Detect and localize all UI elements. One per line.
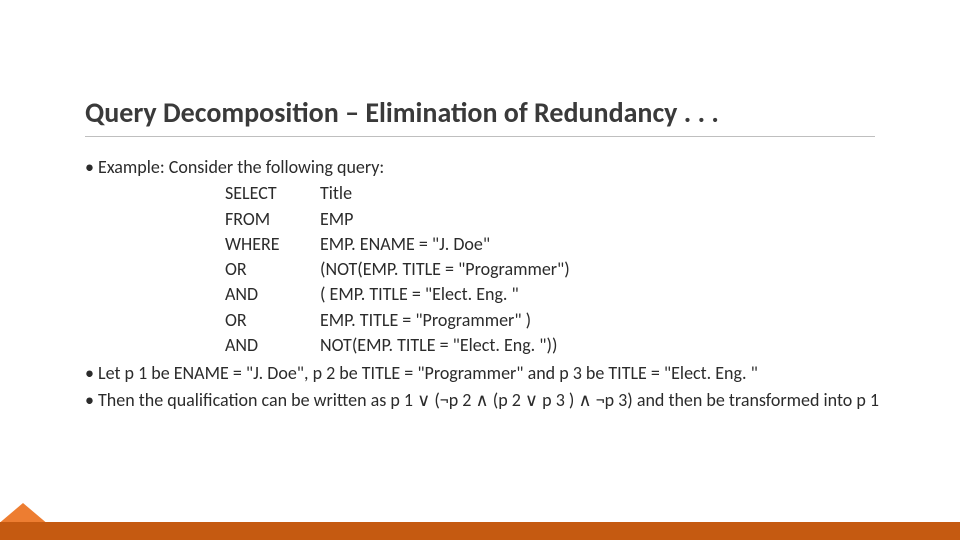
- query-value: (NOT(EMP. TITLE = "Programmer"): [320, 257, 900, 281]
- query-value: EMP. ENAME = "J. Doe": [320, 232, 900, 256]
- title-container: Query Decomposition – Elimination of Red…: [85, 95, 875, 137]
- query-row: WHERE EMP. ENAME = "J. Doe": [225, 232, 900, 256]
- and-icon: ∧: [578, 389, 591, 411]
- text-fragment: p 3 ): [538, 389, 578, 411]
- text-fragment: (¬p 2: [430, 389, 475, 411]
- query-row: OR EMP. TITLE = "Programmer" ): [225, 308, 900, 332]
- bullet-then: • Then the qualification can be written …: [85, 388, 900, 412]
- slide: Query Decomposition – Elimination of Red…: [0, 0, 960, 540]
- slide-body: • Example: Consider the following query:…: [85, 155, 900, 414]
- query-value: ( EMP. TITLE = "Elect. Eng. ": [320, 282, 900, 306]
- query-row: FROM EMP: [225, 207, 900, 231]
- bullet-let: • Let p 1 be ENAME = "J. Doe", p 2 be TI…: [85, 361, 900, 385]
- query-keyword: OR: [225, 308, 320, 332]
- and-icon: ∧: [475, 389, 488, 411]
- or-icon: ∨: [525, 389, 538, 411]
- text-fragment: (p 2: [489, 389, 525, 411]
- query-keyword: AND: [225, 333, 320, 357]
- query-value: NOT(EMP. TITLE = "Elect. Eng. ")): [320, 333, 900, 357]
- query-value: EMP. TITLE = "Programmer" ): [320, 308, 900, 332]
- query-keyword: FROM: [225, 207, 320, 231]
- or-icon: ∨: [417, 389, 430, 411]
- query-value: EMP: [320, 207, 900, 231]
- query-keyword: SELECT: [225, 181, 320, 205]
- query-row: AND NOT(EMP. TITLE = "Elect. Eng. ")): [225, 333, 900, 357]
- query-row: AND ( EMP. TITLE = "Elect. Eng. ": [225, 282, 900, 306]
- bullet-example: • Example: Consider the following query:: [85, 155, 900, 179]
- slide-title: Query Decomposition – Elimination of Red…: [85, 95, 875, 137]
- footer-bar: [0, 522, 960, 540]
- query-keyword: WHERE: [225, 232, 320, 256]
- query-keyword: OR: [225, 257, 320, 281]
- query-row: SELECT Title: [225, 181, 900, 205]
- sql-query-block: SELECT Title FROM EMP WHERE EMP. ENAME =…: [225, 181, 900, 357]
- query-keyword: AND: [225, 282, 320, 306]
- query-value: Title: [320, 181, 900, 205]
- query-row: OR (NOT(EMP. TITLE = "Programmer"): [225, 257, 900, 281]
- text-fragment: ¬p 3) and then be transformed into p 1: [592, 389, 879, 411]
- text-fragment: • Then the qualification can be written …: [85, 389, 417, 411]
